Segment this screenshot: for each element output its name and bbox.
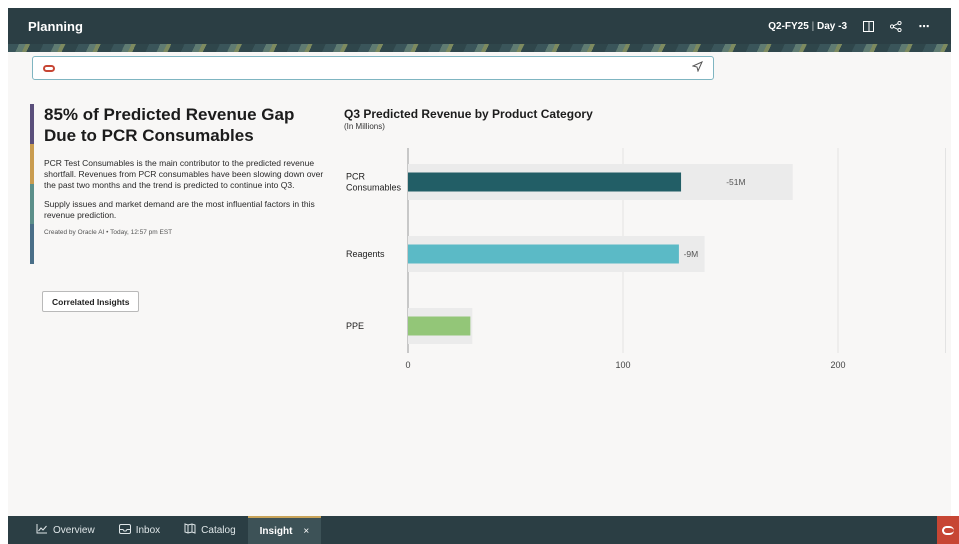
correlated-insights-button[interactable]: Correlated Insights bbox=[42, 291, 140, 312]
x-tick-label: 100 bbox=[615, 360, 630, 370]
x-tick-label: 0 bbox=[405, 360, 410, 370]
share-icon[interactable] bbox=[889, 19, 903, 33]
bar bbox=[408, 316, 471, 336]
day-label: Day -3 bbox=[816, 20, 847, 32]
tab-catalog[interactable]: Catalog bbox=[172, 516, 247, 544]
category-label: PCR bbox=[346, 172, 366, 182]
revenue-bar-chart: 0 100 200 PCR Consumables -51M Reagents -9M PPE bbox=[338, 138, 950, 378]
close-icon[interactable]: × bbox=[303, 526, 309, 537]
category-label: PPE bbox=[346, 321, 364, 331]
x-tick-label: 200 bbox=[830, 360, 845, 370]
app-header: Planning Q2-FY25 | Day -3 ⋯ bbox=[8, 8, 951, 44]
gap-label: -51M bbox=[726, 177, 745, 187]
oracle-badge-icon[interactable] bbox=[937, 516, 959, 544]
tab-overview[interactable]: Overview bbox=[24, 516, 107, 544]
app-title: Planning bbox=[28, 18, 83, 34]
insight-body: 85% of Predicted Revenue Gap Due to PCR … bbox=[30, 104, 330, 236]
more-icon[interactable]: ⋯ bbox=[917, 19, 931, 33]
tab-inbox[interactable]: Inbox bbox=[107, 516, 172, 544]
send-icon[interactable] bbox=[691, 61, 703, 75]
oracle-logo-icon bbox=[43, 64, 55, 72]
header-actions: Q2-FY25 | Day -3 ⋯ bbox=[768, 19, 931, 33]
insight-paragraph-2: Supply issues and market demand are the … bbox=[44, 199, 315, 220]
panel-icon[interactable] bbox=[861, 19, 875, 33]
insight-meta: Created by Oracle AI • Today, 12:57 pm E… bbox=[44, 229, 173, 236]
catalog-icon bbox=[184, 523, 196, 537]
chart-subtitle: (In Millions) bbox=[344, 122, 385, 131]
period-selector[interactable]: Q2-FY25 | Day -3 bbox=[768, 21, 847, 32]
tab-catalog-label: Catalog bbox=[201, 524, 236, 536]
decorative-banner bbox=[8, 44, 951, 52]
insight-title: 85% of Predicted Revenue Gap Due to PCR … bbox=[44, 105, 295, 145]
bar bbox=[408, 244, 679, 264]
tab-insight[interactable]: Insight × bbox=[247, 516, 322, 544]
insight-paragraph-1: PCR Test Consumables is the main contrib… bbox=[44, 158, 324, 190]
insight-summary: 85% of Predicted Revenue Gap Due to PCR … bbox=[30, 104, 330, 264]
app-window: Planning Q2-FY25 | Day -3 ⋯ 85% of Predi… bbox=[8, 8, 951, 544]
gap-label: -9M bbox=[684, 249, 699, 259]
period-label: Q2-FY25 bbox=[768, 20, 809, 32]
chart-icon bbox=[36, 523, 48, 537]
bottom-tab-bar: Overview Inbox Catalog Insight × bbox=[8, 516, 951, 544]
ask-input[interactable] bbox=[63, 62, 692, 74]
chart-svg: 0 100 200 PCRConsumables -51M Reagents -9M PPE bbox=[346, 148, 946, 370]
category-label: Reagents bbox=[346, 249, 385, 259]
ask-bar[interactable] bbox=[32, 56, 714, 80]
inbox-icon bbox=[118, 523, 131, 537]
category-label: Consumables bbox=[346, 183, 402, 193]
tab-overview-label: Overview bbox=[53, 524, 95, 536]
chart-title: Q3 Predicted Revenue by Product Category bbox=[344, 107, 593, 121]
bar bbox=[408, 172, 682, 192]
tab-inbox-label: Inbox bbox=[135, 524, 161, 536]
period-separator: | bbox=[811, 20, 817, 32]
insight-accent-bar bbox=[30, 104, 34, 264]
tab-insight-label: Insight bbox=[259, 525, 293, 537]
